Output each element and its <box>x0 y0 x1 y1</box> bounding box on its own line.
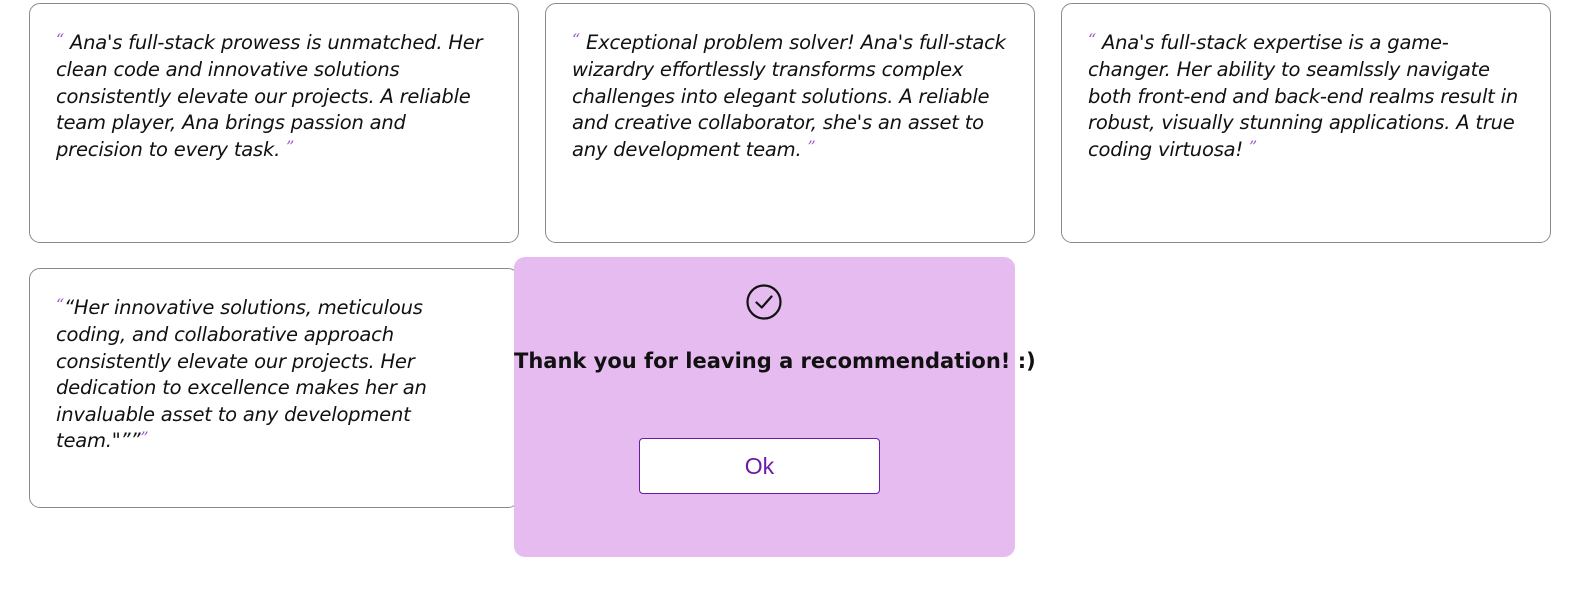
close-quote-mark: ” <box>807 136 816 156</box>
check-circle-icon <box>745 283 783 321</box>
close-quote-mark: ” <box>286 136 295 156</box>
open-quote-mark: “ <box>56 30 64 49</box>
ok-button[interactable]: Ok <box>639 438 880 494</box>
recommendation-card: “Exceptional problem solver! Ana's full-… <box>545 3 1035 243</box>
recommendation-card: “Ana's full-stack expertise is a game-ch… <box>1061 3 1551 243</box>
recommendation-body: Ana's full-stack expertise is a game-cha… <box>1088 31 1518 161</box>
recommendation-text: “Exceptional problem solver! Ana's full-… <box>572 30 1010 164</box>
dialog-message: Thank you for leaving a recommendation! … <box>514 349 1036 373</box>
recommendation-text: “Ana's full-stack expertise is a game-ch… <box>1088 30 1526 164</box>
open-quote-mark: “ <box>1088 30 1096 49</box>
recommendation-text: ““Her innovative solutions, meticulous c… <box>56 295 494 455</box>
recommendation-card: ““Her innovative solutions, meticulous c… <box>29 268 519 508</box>
recommendation-body: Ana's full-stack prowess is unmatched. H… <box>56 31 483 161</box>
recommendation-success-dialog: Thank you for leaving a recommendation! … <box>514 257 1036 557</box>
open-quote-mark: “ <box>56 295 64 314</box>
recommendation-card: “Ana's full-stack prowess is unmatched. … <box>29 3 519 243</box>
recommendation-text: “Ana's full-stack prowess is unmatched. … <box>56 30 494 164</box>
close-quote-mark: ” <box>1249 136 1258 156</box>
recommendation-body: “Her innovative solutions, meticulous co… <box>56 296 427 453</box>
recommendation-body: Exceptional problem solver! Ana's full-s… <box>572 31 1006 161</box>
open-quote-mark: “ <box>572 30 580 49</box>
close-quote-mark: ” <box>140 428 149 448</box>
